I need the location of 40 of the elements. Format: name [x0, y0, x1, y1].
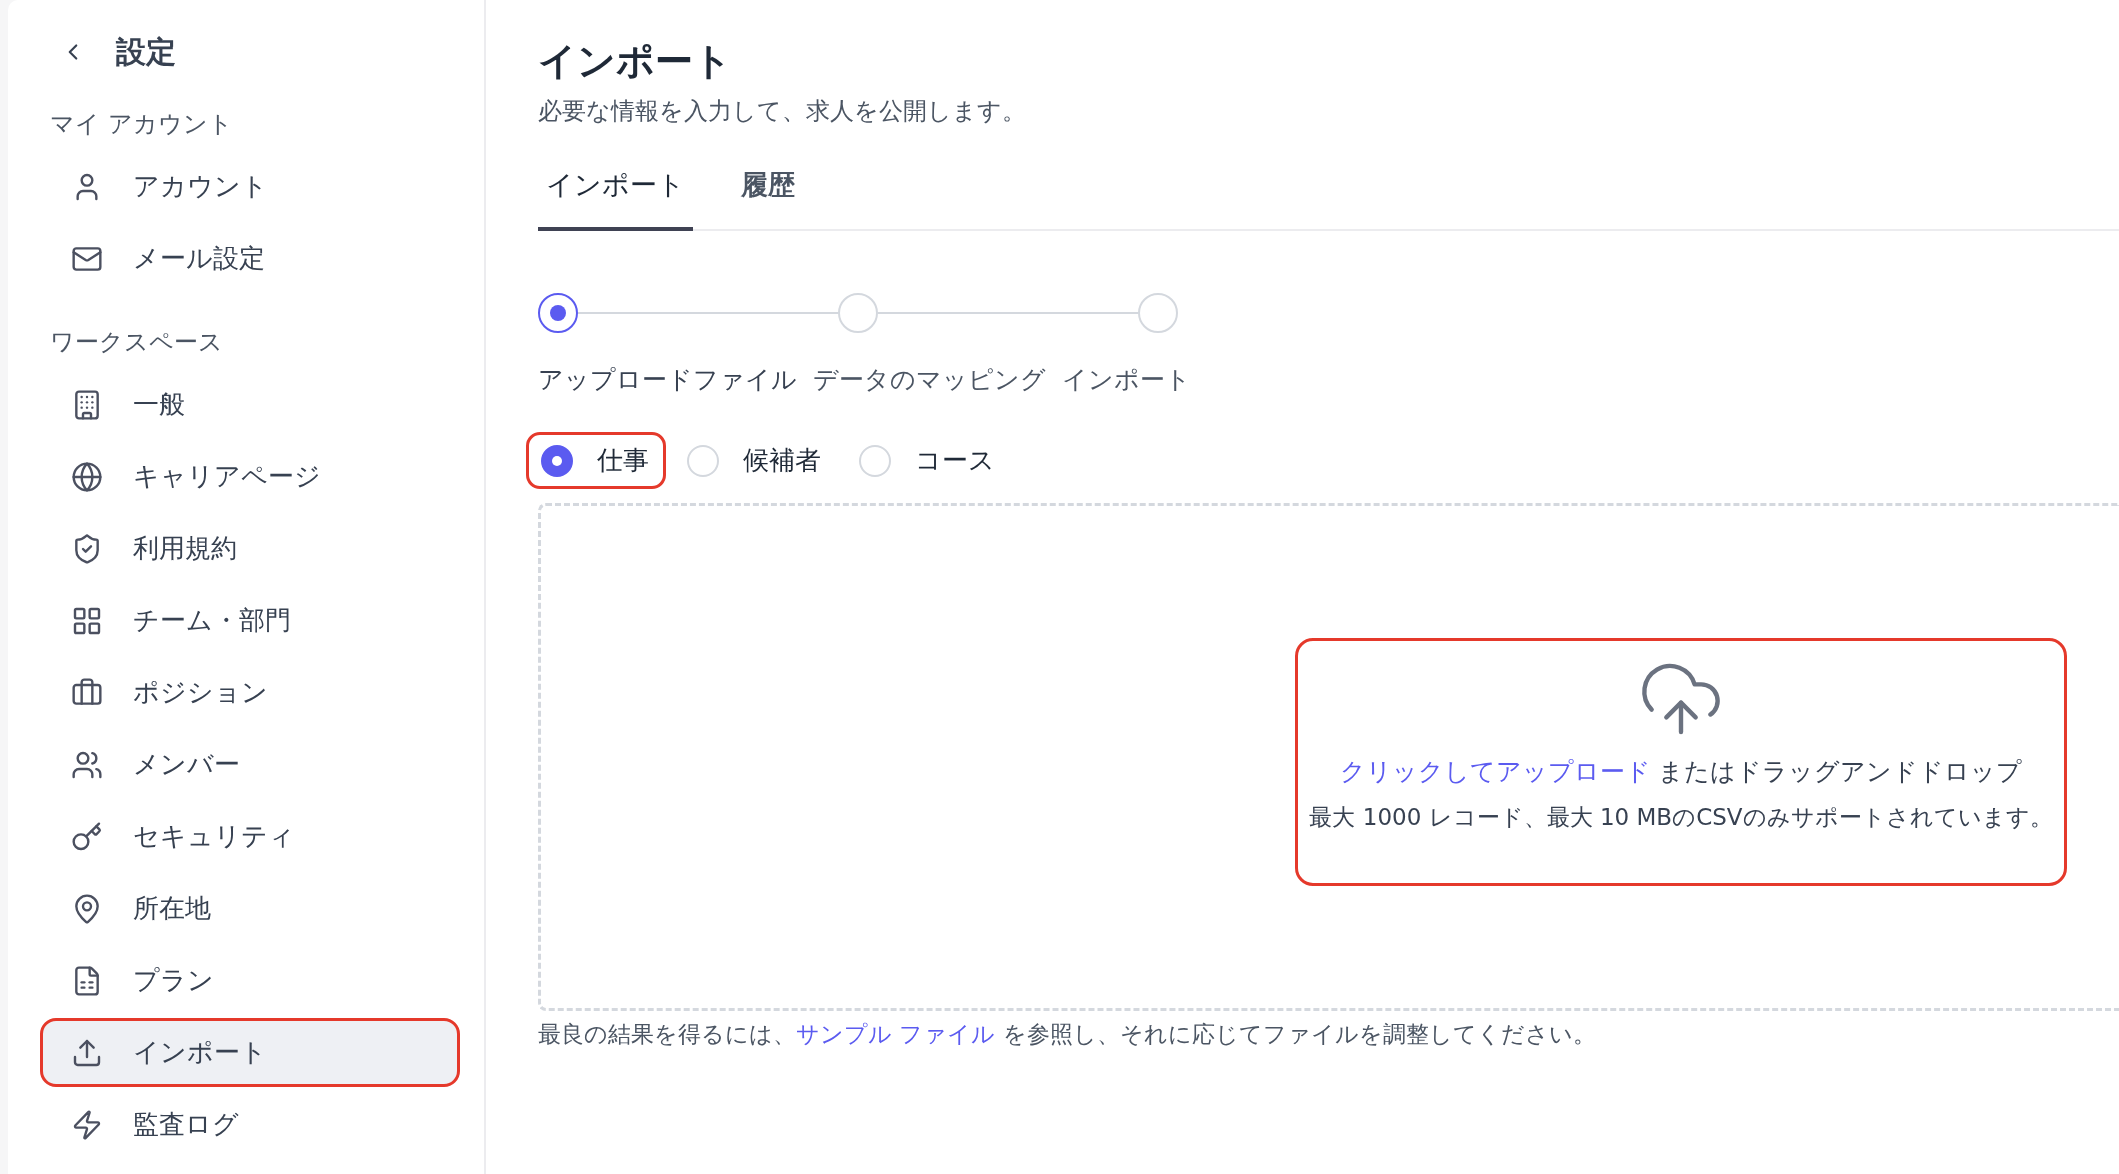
sidebar-item[interactable]: ポジション: [40, 658, 460, 727]
sidebar-item[interactable]: プラン: [40, 946, 460, 1015]
globe-icon: [71, 460, 103, 493]
tab[interactable]: インポート: [538, 167, 693, 231]
section-heading: ワークスペース: [50, 327, 224, 358]
upload-area[interactable]: クリックしてアップロード またはドラッグアンドドロップ 最大 1000 レコード、最大 10 MBのCSVのみサポートされています。: [1295, 638, 2067, 886]
radio-label: 候補者: [743, 444, 821, 477]
radio-option[interactable]: 仕事: [526, 432, 666, 489]
sidebar-item[interactable]: キャリアページ: [40, 442, 460, 511]
section-heading: マイ アカウント: [50, 109, 234, 140]
help-text: 最良の結果を得るには、サンプル ファイル を参照し、それに応じてファイルを調整してください。: [538, 1020, 1597, 1049]
radio-button[interactable]: [541, 444, 573, 477]
sidebar-item[interactable]: チーム・部門: [40, 586, 460, 655]
sidebar-item[interactable]: 監査ログ: [40, 1090, 460, 1159]
sidebar-item[interactable]: メンバー: [40, 730, 460, 799]
step-label: インポート: [1062, 364, 1191, 396]
tab[interactable]: 履歴: [733, 167, 803, 231]
sidebar-item[interactable]: 利用規約: [40, 514, 460, 583]
radio-option[interactable]: 候補者: [672, 432, 838, 489]
step-label: データのマッピング: [813, 364, 1046, 396]
sidebar-item[interactable]: メール設定: [40, 224, 460, 293]
page-title: インポート: [538, 38, 733, 85]
upload-instruction: クリックしてアップロード またはドラッグアンドドロップ: [1339, 756, 2023, 788]
upload-note: 最大 1000 レコード、最大 10 MBのCSVのみサポートされています。: [1309, 803, 2053, 832]
sidebar-item[interactable]: 所在地: [40, 874, 460, 943]
sidebar-item[interactable]: セキュリティ: [40, 802, 460, 871]
back-link[interactable]: 設定: [40, 26, 460, 78]
radio-option[interactable]: コース: [844, 432, 1012, 489]
sample-file-link[interactable]: サンプル ファイル: [796, 1021, 996, 1047]
radio-label: コース: [915, 444, 995, 477]
sidebar-item[interactable]: 一般: [40, 370, 460, 439]
sidebar-item[interactable]: インポート: [40, 1018, 460, 1087]
radio-label: 仕事: [597, 444, 649, 477]
key-icon: [71, 820, 103, 853]
sidebar-item[interactable]: アカウント: [40, 152, 460, 221]
step-label: アップロードファイル: [538, 364, 797, 396]
drop-zone[interactable]: クリックしてアップロード またはドラッグアンドドロップ 最大 1000 レコード、最大 10 MBのCSVのみサポートされています。: [538, 503, 2119, 1011]
page-subtitle: 必要な情報を入力して、求人を公開します。: [538, 96, 1027, 127]
upload-link[interactable]: クリックしてアップロード: [1339, 757, 1651, 786]
lightning-icon: [71, 1108, 103, 1141]
